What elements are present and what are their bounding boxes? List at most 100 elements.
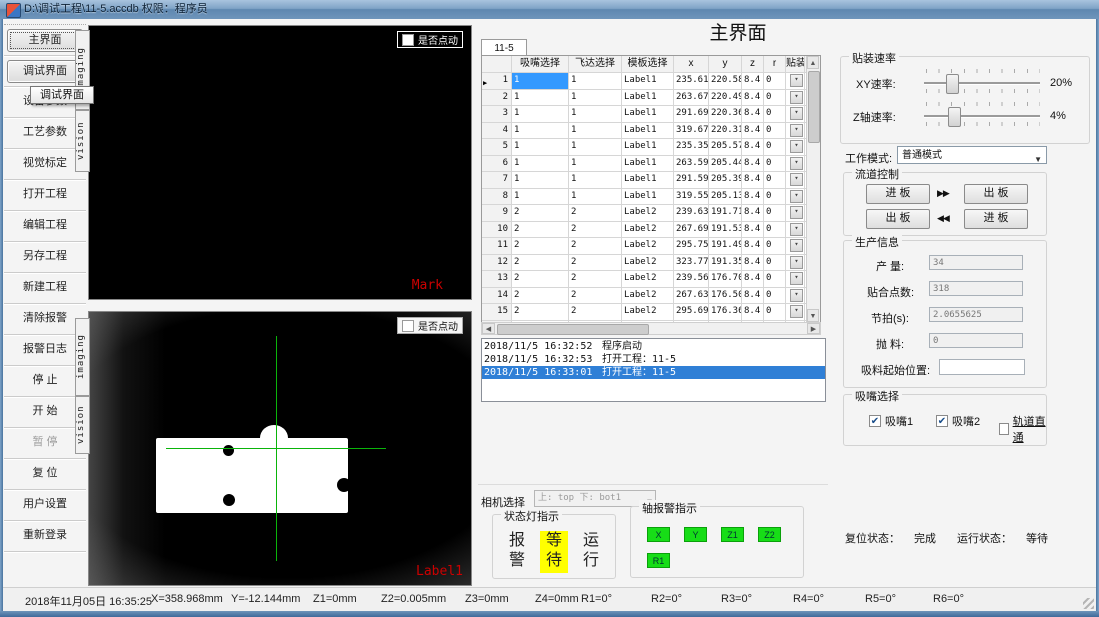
- table-cell[interactable]: 1: [512, 156, 569, 172]
- scrollbar-thumb[interactable]: [497, 324, 649, 335]
- cell-dropdown[interactable]: ▾: [790, 305, 803, 318]
- table-cell[interactable]: 2: [569, 255, 622, 271]
- cell-dropdown[interactable]: ▾: [790, 173, 803, 186]
- table-cell[interactable]: 220.586: [709, 73, 742, 89]
- table-cell[interactable]: ▾: [786, 106, 805, 122]
- row-header[interactable]: 12: [482, 255, 512, 271]
- table-cell[interactable]: 235.358: [674, 139, 709, 155]
- table-cell[interactable]: 295.758: [674, 238, 709, 254]
- table-cell[interactable]: ▾: [786, 238, 805, 254]
- row-header[interactable]: 7: [482, 172, 512, 188]
- table-cell[interactable]: 176.506: [709, 288, 742, 304]
- table-cell[interactable]: 220.362: [709, 106, 742, 122]
- table-cell[interactable]: 8.4: [742, 238, 764, 254]
- table-cell[interactable]: ▾: [786, 288, 805, 304]
- table-cell[interactable]: 0: [764, 288, 786, 304]
- table-cell[interactable]: 8.4: [742, 205, 764, 221]
- table-cell[interactable]: 191.354: [709, 255, 742, 271]
- table-cell[interactable]: 0: [764, 156, 786, 172]
- table-cell[interactable]: 2: [512, 238, 569, 254]
- table-cell[interactable]: 291.694: [674, 106, 709, 122]
- tab-vision-top[interactable]: vision: [75, 110, 90, 172]
- table-cell[interactable]: 8.4: [742, 304, 764, 320]
- table-cell[interactable]: 205.13: [709, 189, 742, 205]
- table-cell[interactable]: 220.314: [709, 123, 742, 139]
- sidebar-item-main[interactable]: 主界面: [7, 29, 83, 52]
- sidebar-item-clear-alarm[interactable]: 清除报警: [7, 308, 83, 329]
- table-cell[interactable]: 8.4: [742, 90, 764, 106]
- sidebar-item-debug[interactable]: 调试界面: [7, 60, 83, 83]
- table-cell[interactable]: 176.706: [709, 271, 742, 287]
- table-cell[interactable]: 2: [512, 304, 569, 320]
- sidebar-item-reset[interactable]: 复 位: [7, 463, 83, 484]
- tab-imaging-bottom[interactable]: imaging: [75, 318, 90, 396]
- table-cell[interactable]: 1: [512, 106, 569, 122]
- log-entry[interactable]: 2018/11/5 16:33:01打开工程：11-5: [482, 366, 825, 379]
- table-cell[interactable]: 2: [512, 271, 569, 287]
- table-cell[interactable]: 8.4: [742, 288, 764, 304]
- table-cell[interactable]: 8.4: [742, 139, 764, 155]
- table-cell[interactable]: ▾: [786, 271, 805, 287]
- table-cell[interactable]: 205.578: [709, 139, 742, 155]
- production-field-value[interactable]: [939, 359, 1025, 375]
- table-cell[interactable]: 2: [569, 288, 622, 304]
- table-cell[interactable]: 267.694: [674, 222, 709, 238]
- board-out-button-2[interactable]: 出 板: [866, 209, 930, 229]
- cell-dropdown[interactable]: ▾: [790, 272, 803, 285]
- table-cell[interactable]: 2: [512, 222, 569, 238]
- table-cell[interactable]: ▾: [786, 205, 805, 221]
- table-cell[interactable]: 205.394: [709, 172, 742, 188]
- sidebar-item-pause[interactable]: 暂 停: [7, 432, 83, 453]
- row-header[interactable]: ▶1: [482, 73, 512, 89]
- table-cell[interactable]: 263.598: [674, 156, 709, 172]
- checkbox-2[interactable]: ✔吸嘴2: [936, 413, 980, 429]
- table-cell[interactable]: 319.678: [674, 123, 709, 139]
- table-cell[interactable]: 8.4: [742, 255, 764, 271]
- work-mode-combo[interactable]: 普通模式 ▼: [897, 146, 1047, 164]
- checkbox-icon[interactable]: ✔: [869, 415, 881, 427]
- scroll-up-icon[interactable]: ▲: [807, 56, 819, 69]
- checkbox-icon[interactable]: [999, 423, 1009, 435]
- table-cell[interactable]: 0: [764, 90, 786, 106]
- checkbox-icon[interactable]: ✔: [936, 415, 948, 427]
- row-header[interactable]: 3: [482, 106, 512, 122]
- table-cell[interactable]: 1: [569, 172, 622, 188]
- checkbox-3[interactable]: 轨道直通: [999, 413, 1046, 445]
- table-vscrollbar[interactable]: ▲▼: [806, 56, 820, 322]
- table-cell[interactable]: ▾: [786, 304, 805, 320]
- table-cell[interactable]: 0: [764, 205, 786, 221]
- table-cell[interactable]: 2: [569, 222, 622, 238]
- table-cell[interactable]: 0: [764, 189, 786, 205]
- table-cell[interactable]: 291.59: [674, 172, 709, 188]
- cell-dropdown[interactable]: ▾: [790, 124, 803, 137]
- xy-speed-slider[interactable]: [924, 82, 1040, 84]
- row-header[interactable]: 4: [482, 123, 512, 139]
- table-cell[interactable]: 295.694: [674, 304, 709, 320]
- cell-dropdown[interactable]: ▾: [790, 223, 803, 236]
- cell-dropdown[interactable]: ▾: [790, 140, 803, 153]
- table-cell[interactable]: 1: [569, 90, 622, 106]
- row-header[interactable]: 6: [482, 156, 512, 172]
- sidebar-item-stop[interactable]: 停 止: [7, 370, 83, 391]
- table-cell[interactable]: Label2: [622, 271, 674, 287]
- table-cell[interactable]: 1: [512, 73, 569, 89]
- table-cell[interactable]: 1: [569, 106, 622, 122]
- table-cell[interactable]: 1: [512, 189, 569, 205]
- table-cell[interactable]: 267.63: [674, 288, 709, 304]
- table-cell[interactable]: 8.4: [742, 156, 764, 172]
- cell-dropdown[interactable]: ▾: [790, 74, 803, 87]
- camera-select-combo[interactable]: 上: top 下: bot1 ▼: [534, 490, 656, 507]
- table-hscrollbar[interactable]: ◀ ▶: [481, 322, 821, 335]
- table-cell[interactable]: 0: [764, 106, 786, 122]
- table-cell[interactable]: 2: [512, 205, 569, 221]
- sidebar-item-edit-project[interactable]: 编辑工程: [7, 215, 83, 236]
- table-cell[interactable]: Label2: [622, 205, 674, 221]
- table-cell[interactable]: Label2: [622, 238, 674, 254]
- table-cell[interactable]: ▾: [786, 73, 805, 89]
- scrollbar-thumb[interactable]: [808, 71, 820, 143]
- scroll-down-icon[interactable]: ▼: [807, 309, 819, 322]
- sidebar-item-process-params[interactable]: 工艺参数: [7, 122, 83, 143]
- cell-dropdown[interactable]: ▾: [790, 256, 803, 269]
- row-header[interactable]: 15: [482, 304, 512, 320]
- cell-dropdown[interactable]: ▾: [790, 157, 803, 170]
